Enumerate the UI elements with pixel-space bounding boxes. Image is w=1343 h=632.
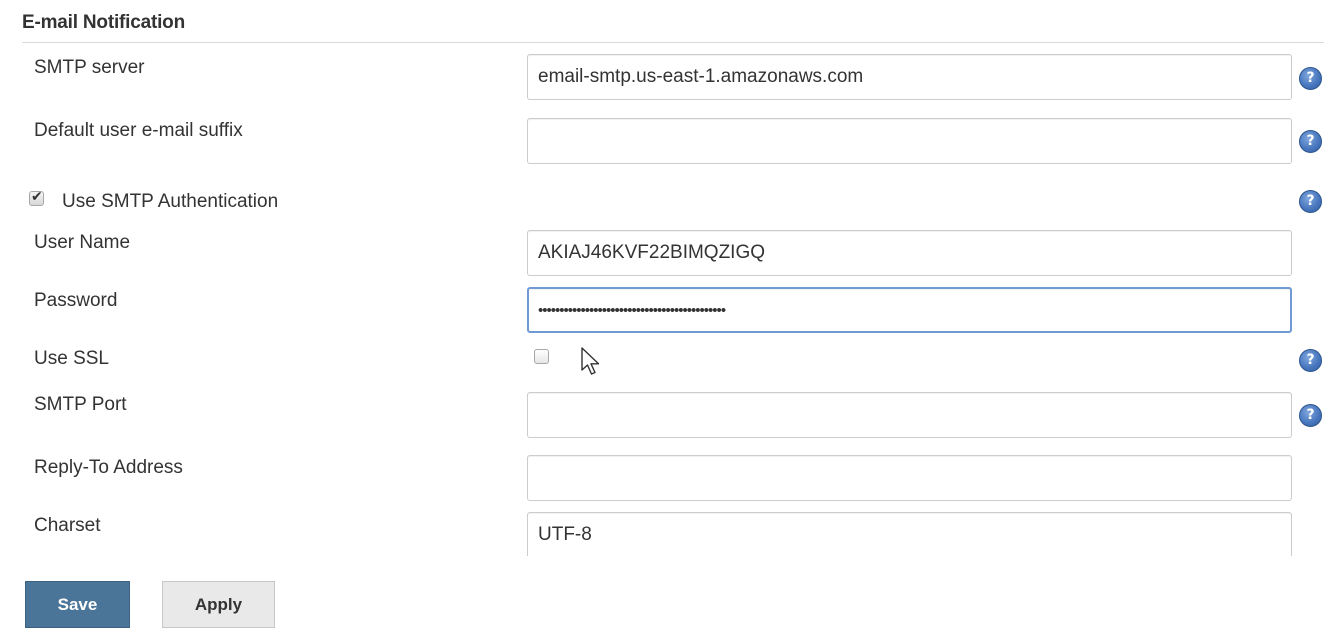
reply-to-input[interactable] xyxy=(527,455,1292,501)
password-input[interactable] xyxy=(527,287,1292,333)
user-name-input[interactable] xyxy=(527,230,1292,276)
user-name-label: User Name xyxy=(34,232,131,253)
use-ssl-help-icon[interactable]: ? xyxy=(1299,349,1322,372)
use-ssl-label: Use SSL xyxy=(34,348,109,369)
mouse-pointer-icon xyxy=(581,347,600,375)
email-suffix-help-icon[interactable]: ? xyxy=(1299,130,1322,153)
smtp-server-label: SMTP server xyxy=(34,57,145,78)
section-header: E-mail Notification xyxy=(22,12,1324,43)
charset-label: Charset xyxy=(34,515,101,536)
smtp-port-help-icon[interactable]: ? xyxy=(1299,404,1322,427)
section-title: E-mail Notification xyxy=(22,12,185,33)
smtp-port-input[interactable] xyxy=(527,392,1292,438)
password-label: Password xyxy=(34,290,118,311)
reply-to-label: Reply-To Address xyxy=(34,457,183,478)
smtp-port-label: SMTP Port xyxy=(34,394,127,415)
smtp-server-input[interactable] xyxy=(527,54,1292,100)
use-smtp-auth-checkbox[interactable]: ✔ xyxy=(29,189,44,206)
email-suffix-label: Default user e-mail suffix xyxy=(34,120,243,141)
save-button[interactable]: Save xyxy=(25,581,130,628)
use-ssl-checkbox[interactable] xyxy=(534,349,549,364)
apply-button[interactable]: Apply xyxy=(162,581,275,628)
checkmark-icon: ✔ xyxy=(31,189,43,205)
use-smtp-auth-label: Use SMTP Authentication xyxy=(62,191,279,212)
smtp-auth-help-icon[interactable]: ? xyxy=(1299,190,1322,213)
smtp-server-help-icon[interactable]: ? xyxy=(1299,67,1322,90)
email-suffix-input[interactable] xyxy=(527,118,1292,164)
charset-input[interactable] xyxy=(527,512,1292,556)
